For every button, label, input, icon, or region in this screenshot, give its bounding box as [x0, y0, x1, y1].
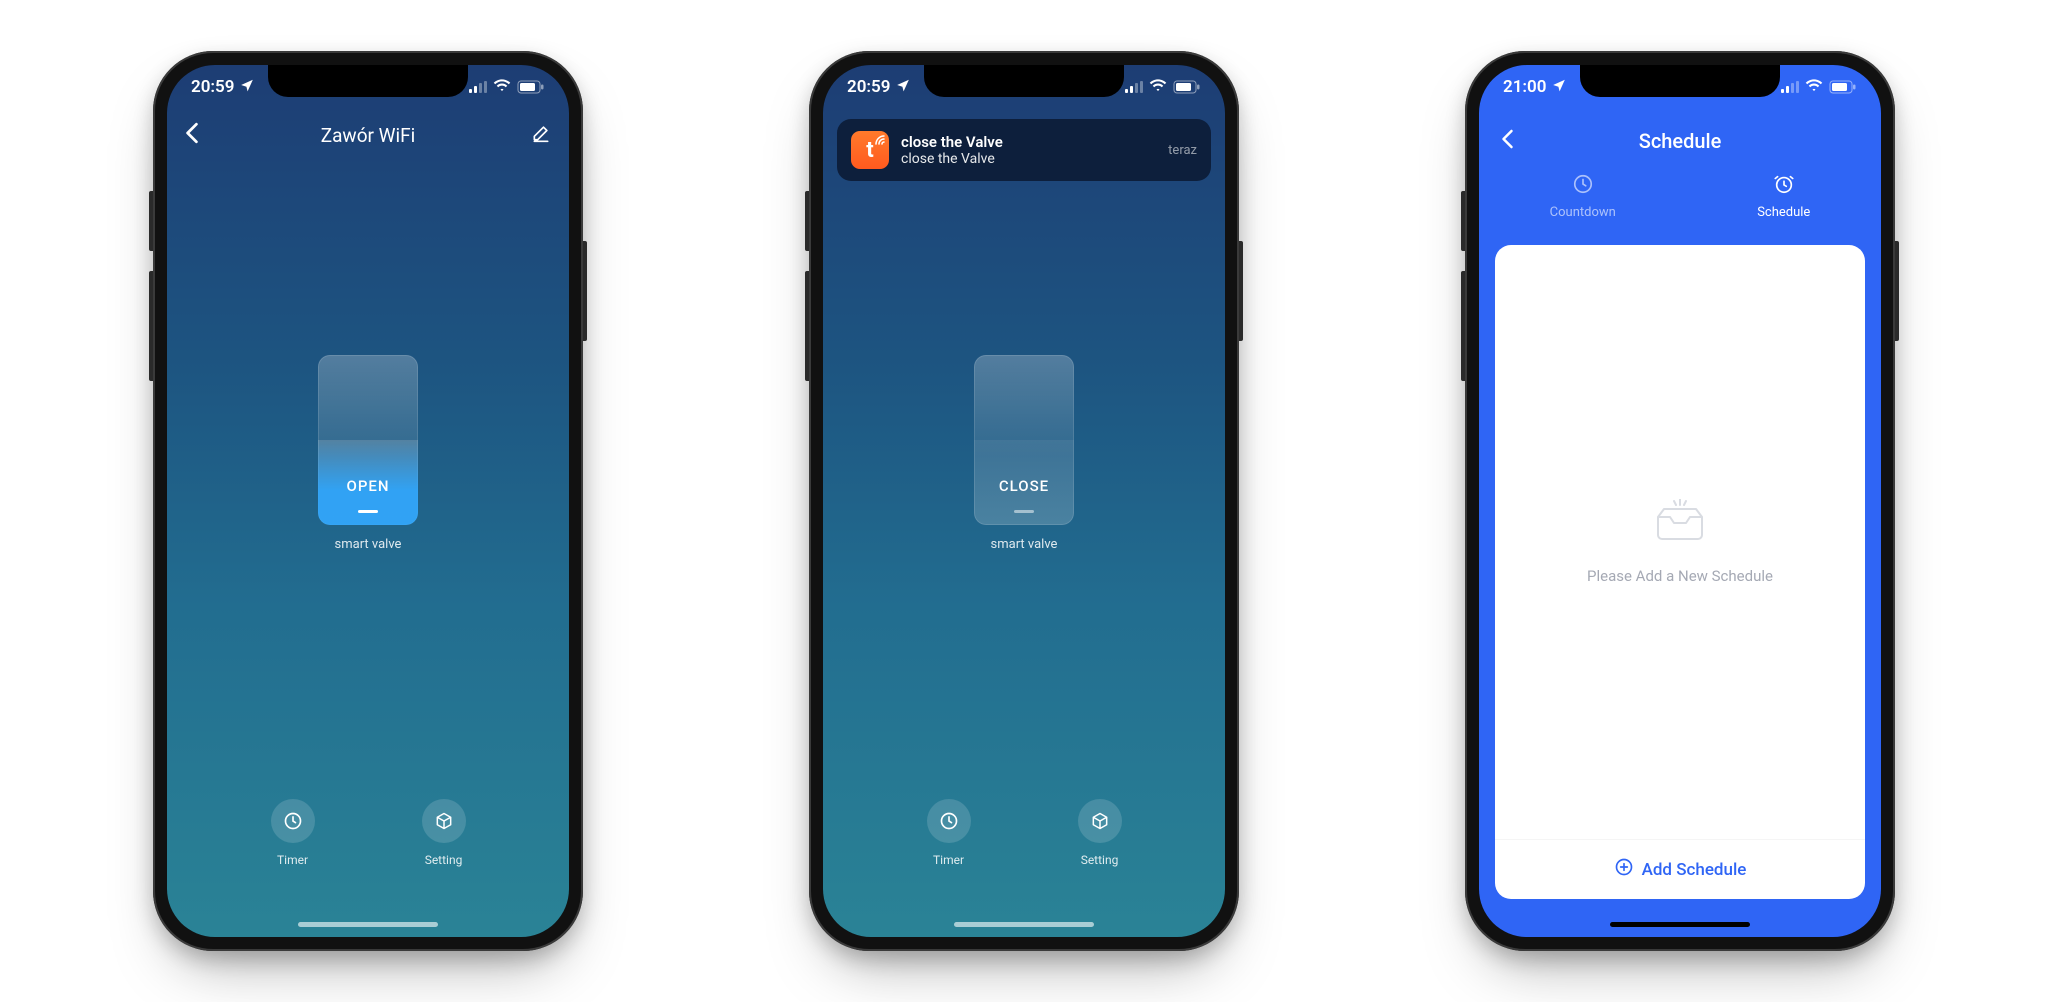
tab-countdown-label: Countdown	[1550, 205, 1616, 220]
back-button[interactable]	[1501, 129, 1514, 153]
screen-schedule: 21:00 Schedule	[1479, 65, 1881, 937]
phone-mockup: 21:00 Schedule	[1465, 51, 1895, 951]
add-schedule-button[interactable]: Add Schedule	[1495, 839, 1865, 899]
phone-mockup: 20:59 t close the Valve	[809, 51, 1239, 951]
clock-icon	[271, 799, 315, 843]
nav-bar: Schedule	[1479, 121, 1881, 161]
timer-label: Timer	[933, 853, 964, 867]
page-title: Schedule	[1639, 129, 1722, 153]
schedule-card: Please Add a New Schedule Add Schedule	[1495, 245, 1865, 899]
screen-valve-open: 20:59 Zawór WiFi	[167, 65, 569, 937]
tab-schedule-label: Schedule	[1757, 205, 1810, 220]
back-button[interactable]	[185, 122, 199, 148]
cellular-icon	[1781, 81, 1799, 93]
timer-button[interactable]: Timer	[927, 799, 971, 867]
cellular-icon	[1125, 81, 1143, 93]
battery-icon	[517, 80, 545, 94]
setting-button[interactable]: Setting	[422, 799, 466, 867]
phone-mockup: 20:59 Zawór WiFi	[153, 51, 583, 951]
status-time: 20:59	[191, 77, 234, 97]
setting-button[interactable]: Setting	[1078, 799, 1122, 867]
tuya-app-icon: t	[851, 131, 889, 169]
page-title: Zawór WiFi	[321, 124, 416, 147]
valve-toggle[interactable]: OPEN	[318, 355, 418, 525]
valve-caption: smart valve	[318, 537, 418, 552]
valve-toggle[interactable]: CLOSE	[974, 355, 1074, 525]
setting-label: Setting	[1081, 853, 1119, 867]
notch	[1580, 65, 1780, 97]
inbox-icon	[1652, 499, 1708, 547]
timer-label: Timer	[277, 853, 308, 867]
location-icon	[1552, 78, 1566, 96]
plus-circle-icon	[1614, 857, 1634, 882]
notification-banner[interactable]: t close the Valve close the Valve teraz	[837, 119, 1211, 181]
nav-bar: Zawór WiFi	[167, 113, 569, 157]
status-time: 20:59	[847, 77, 890, 97]
cube-icon	[422, 799, 466, 843]
cube-icon	[1078, 799, 1122, 843]
home-indicator[interactable]	[954, 922, 1094, 927]
valve-caption: smart valve	[974, 537, 1074, 552]
valve-state-label: OPEN	[318, 477, 418, 495]
empty-text: Please Add a New Schedule	[1587, 567, 1773, 585]
location-icon	[240, 78, 254, 96]
notification-body: close the Valve	[901, 151, 1156, 167]
home-indicator[interactable]	[298, 922, 438, 927]
clock-icon	[927, 799, 971, 843]
notch	[924, 65, 1124, 97]
empty-state: Please Add a New Schedule	[1495, 245, 1865, 839]
valve-state-label: CLOSE	[974, 477, 1074, 495]
notch	[268, 65, 468, 97]
screen-valve-close: 20:59 t close the Valve	[823, 65, 1225, 937]
notification-title: close the Valve	[901, 133, 1156, 151]
home-indicator[interactable]	[1610, 922, 1750, 927]
notification-time: teraz	[1168, 143, 1197, 158]
battery-icon	[1173, 80, 1201, 94]
battery-icon	[1829, 80, 1857, 94]
wifi-icon	[1805, 77, 1823, 97]
status-time: 21:00	[1503, 77, 1546, 97]
alarm-icon	[1773, 173, 1795, 199]
wifi-icon	[493, 77, 511, 97]
location-icon	[896, 78, 910, 96]
clock-icon	[1572, 173, 1594, 199]
setting-label: Setting	[425, 853, 463, 867]
timer-button[interactable]: Timer	[271, 799, 315, 867]
tab-schedule[interactable]: Schedule	[1757, 173, 1810, 220]
edit-button[interactable]	[531, 123, 551, 147]
cellular-icon	[469, 81, 487, 93]
wifi-icon	[1149, 77, 1167, 97]
tab-countdown[interactable]: Countdown	[1550, 173, 1616, 220]
add-schedule-label: Add Schedule	[1642, 860, 1747, 880]
